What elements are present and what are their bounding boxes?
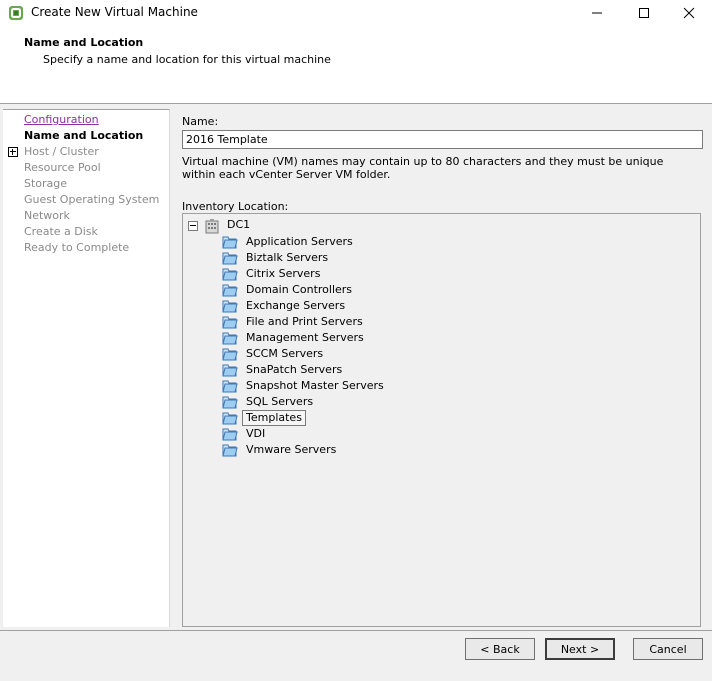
tree-folder-item[interactable]: Templates (183, 410, 483, 426)
tree-folder-item[interactable]: Citrix Servers (183, 266, 483, 282)
tree-folder-item[interactable]: Vmware Servers (183, 442, 483, 458)
folder-label: Vmware Servers (246, 443, 337, 456)
folder-icon (221, 442, 239, 458)
folder-label: SQL Servers (246, 395, 314, 408)
name-help-text: Virtual machine (VM) names may contain u… (182, 155, 664, 181)
folder-icon (221, 266, 239, 282)
folder-icon (221, 314, 239, 330)
maximize-icon (639, 8, 649, 18)
inventory-location-label: Inventory Location: (182, 200, 289, 213)
folder-label: Exchange Servers (246, 299, 346, 312)
step-configuration[interactable]: Configuration (24, 113, 99, 126)
step-host-cluster: Host / Cluster (24, 145, 99, 158)
expand-host-cluster-icon[interactable] (8, 147, 18, 157)
vsphere-app-icon (9, 6, 23, 20)
step-network: Network (24, 209, 70, 222)
folder-icon (221, 250, 239, 266)
tree-folder-item[interactable]: VDI (183, 426, 483, 442)
tree-folder-item[interactable]: SQL Servers (183, 394, 483, 410)
tree-root-dc1[interactable]: DC1 (227, 218, 250, 231)
vm-name-input[interactable]: 2016 Template (182, 130, 703, 149)
tree-folder-item[interactable]: SnaPatch Servers (183, 362, 483, 378)
step-name-and-location: Name and Location (24, 129, 144, 142)
folder-icon (221, 378, 239, 394)
folder-icon (221, 330, 239, 346)
tree-folder-item[interactable]: Biztalk Servers (183, 250, 483, 266)
close-icon (683, 7, 695, 19)
tree-folder-item[interactable]: Snapshot Master Servers (183, 378, 483, 394)
folder-icon (221, 298, 239, 314)
header-subtitle: Specify a name and location for this vir… (43, 53, 331, 66)
minimize-icon (592, 12, 602, 14)
maximize-button[interactable] (621, 0, 667, 26)
tree-folder-item[interactable]: Domain Controllers (183, 282, 483, 298)
folder-icon (221, 426, 239, 442)
collapse-dc1-icon[interactable] (188, 221, 198, 231)
folder-icon (221, 362, 239, 378)
folder-label: Templates (242, 410, 306, 426)
folder-icon (221, 410, 239, 426)
folder-label: Biztalk Servers (246, 251, 329, 264)
folder-label: Citrix Servers (246, 267, 321, 280)
next-button[interactable]: Next > (545, 638, 615, 660)
step-guest-os: Guest Operating System (24, 193, 160, 206)
folder-icon (221, 282, 239, 298)
folder-label: Management Servers (246, 331, 364, 344)
name-label: Name: (182, 115, 219, 128)
back-button[interactable]: < Back (465, 638, 535, 660)
step-ready-to-complete: Ready to Complete (24, 241, 130, 254)
folder-icon (221, 394, 239, 410)
wizard-header: Name and Location Specify a name and loc… (0, 26, 712, 104)
folder-label: Snapshot Master Servers (246, 379, 384, 392)
folder-icon (221, 234, 239, 250)
footer-divider (0, 630, 712, 631)
header-title: Name and Location (24, 36, 144, 49)
window-title: Create New Virtual Machine (31, 5, 198, 19)
wizard-steps-panel: Configuration Name and Location Host / C… (3, 109, 170, 627)
title-bar: Create New Virtual Machine (0, 0, 712, 26)
cancel-button[interactable]: Cancel (633, 638, 703, 660)
step-create-disk: Create a Disk (24, 225, 98, 238)
folder-label: Application Servers (246, 235, 353, 248)
folder-label: File and Print Servers (246, 315, 363, 328)
tree-folder-item[interactable]: File and Print Servers (183, 314, 483, 330)
close-button[interactable] (666, 0, 712, 26)
tree-folder-item[interactable]: Exchange Servers (183, 298, 483, 314)
tree-folder-item[interactable]: Application Servers (183, 234, 483, 250)
folder-label: SCCM Servers (246, 347, 324, 360)
folder-label: Domain Controllers (246, 283, 353, 296)
folder-label: VDI (246, 427, 266, 440)
tree-folder-item[interactable]: Management Servers (183, 330, 483, 346)
datacenter-icon (205, 219, 219, 234)
tree-folder-item[interactable]: SCCM Servers (183, 346, 483, 362)
folder-label: SnaPatch Servers (246, 363, 343, 376)
minimize-button[interactable] (574, 0, 620, 26)
step-storage: Storage (24, 177, 68, 190)
folder-icon (221, 346, 239, 362)
step-resource-pool: Resource Pool (24, 161, 101, 174)
inventory-tree[interactable]: DC1 Application Servers Biztalk Servers Ci… (182, 213, 701, 627)
